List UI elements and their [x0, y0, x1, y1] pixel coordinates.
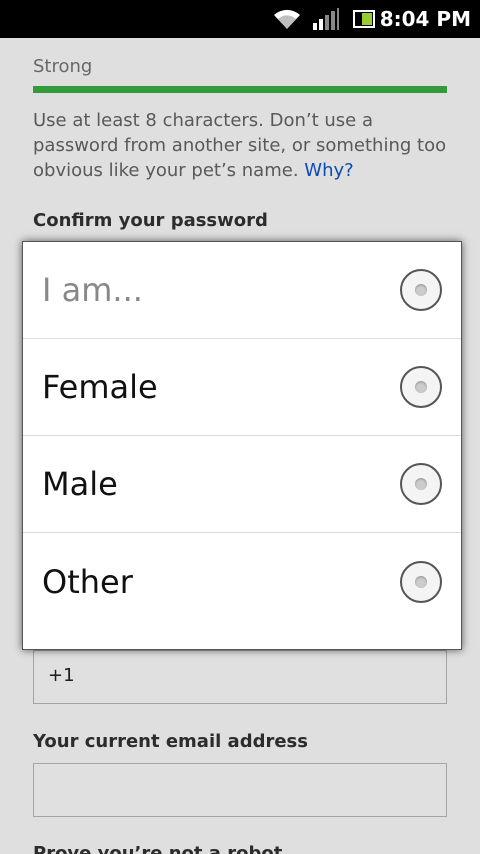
- signal-icon: [312, 7, 340, 35]
- gender-picker-dialog: I am... Female Male Other: [22, 241, 462, 650]
- gender-option-other[interactable]: Other: [23, 533, 461, 630]
- radio-button[interactable]: [400, 269, 442, 311]
- radio-button[interactable]: [400, 560, 442, 603]
- battery-icon: [352, 7, 376, 35]
- clock: 8:04 PM: [379, 7, 471, 31]
- option-label: Female: [42, 368, 158, 406]
- wifi-icon: [272, 7, 302, 35]
- radio-button[interactable]: [400, 463, 442, 505]
- status-bar: 8:04 PM: [0, 0, 480, 38]
- gender-option-female[interactable]: Female: [23, 339, 461, 436]
- option-label: Male: [42, 465, 118, 503]
- gender-option-placeholder[interactable]: I am...: [23, 242, 461, 339]
- radio-button[interactable]: [400, 366, 442, 408]
- option-label: Other: [42, 562, 133, 601]
- option-label: I am...: [42, 271, 143, 309]
- gender-option-male[interactable]: Male: [23, 436, 461, 533]
